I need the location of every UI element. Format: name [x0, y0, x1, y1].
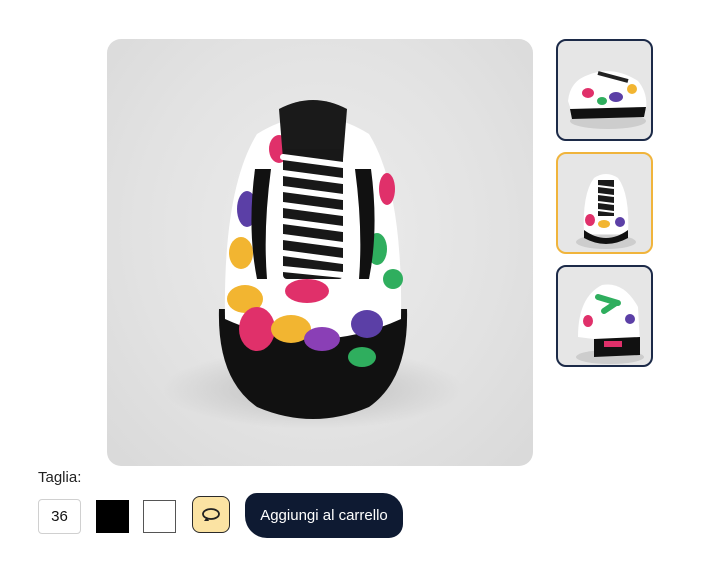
- thumb-back-view[interactable]: [556, 265, 653, 367]
- color-swatch-white[interactable]: [143, 500, 176, 533]
- sneaker-front-illustration: [163, 100, 463, 429]
- sneaker-side-thumbnail: [568, 71, 647, 129]
- sneaker-back-thumbnail: [576, 284, 644, 364]
- size-selector[interactable]: 36: [38, 499, 81, 534]
- rotate-icon: [202, 507, 220, 521]
- add-to-cart-button[interactable]: Aggiungi al carrello: [245, 493, 403, 538]
- thumb-side-view[interactable]: [556, 39, 653, 141]
- size-label: Taglia:: [38, 469, 82, 486]
- sneaker-front-thumbnail: [576, 174, 636, 249]
- thumb-front-view[interactable]: [556, 152, 653, 254]
- main-product-image: [107, 39, 533, 466]
- rotate-button[interactable]: [192, 496, 230, 533]
- color-swatch-black[interactable]: [96, 500, 129, 533]
